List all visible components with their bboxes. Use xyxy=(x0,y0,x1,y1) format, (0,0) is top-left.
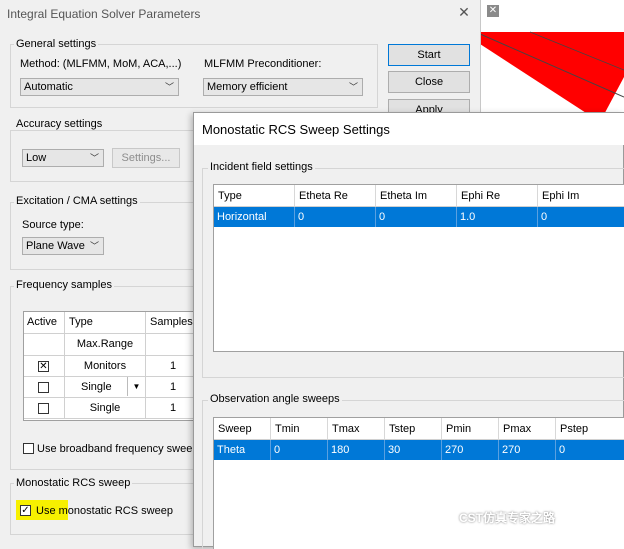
watermark-text: CST仿真专家之路 xyxy=(459,511,556,525)
table-row xyxy=(24,398,65,419)
source-type-select[interactable]: Plane Wave ﹀ xyxy=(22,237,104,255)
subheader-max-range: Max.Range xyxy=(65,334,146,356)
accuracy-value: Low xyxy=(26,152,47,164)
accuracy-select[interactable]: Low ﹀ xyxy=(22,149,104,167)
header-type[interactable]: Type xyxy=(65,312,146,334)
table-cell[interactable]: 0 xyxy=(556,440,624,460)
header-type[interactable]: Type xyxy=(214,185,295,207)
type-value: Single xyxy=(81,381,112,393)
table-cell[interactable]: 270 xyxy=(499,440,556,460)
table-cell[interactable]: 270 xyxy=(442,440,499,460)
active-checkbox[interactable] xyxy=(38,403,49,414)
table-cell[interactable]: 180 xyxy=(328,440,385,460)
start-button[interactable]: Start xyxy=(388,44,470,66)
sub-dialog-title: Monostatic RCS Sweep Settings xyxy=(202,122,390,137)
background-app-titlebar xyxy=(480,0,624,22)
source-type-value: Plane Wave xyxy=(26,240,85,252)
subheader-blank xyxy=(146,334,194,356)
header-pmax[interactable]: Pmax xyxy=(499,418,556,440)
samples-cell[interactable]: 1 xyxy=(146,377,194,398)
header-samples[interactable]: Samples xyxy=(146,312,194,334)
dropdown-arrow-icon[interactable]: ▼ xyxy=(127,377,145,396)
monostatic-checkbox-label: Use monostatic RCS sweep xyxy=(36,505,173,517)
dialog-title: Integral Equation Solver Parameters xyxy=(7,7,201,21)
table-cell[interactable]: 0 xyxy=(295,207,376,227)
chevron-down-icon: ﹀ xyxy=(348,82,358,92)
header-ephi-re[interactable]: Ephi Re xyxy=(457,185,538,207)
type-cell[interactable]: Monitors xyxy=(65,356,146,377)
broadband-label: Use broadband frequency sweep xyxy=(37,443,199,455)
method-label: Method: (MLFMM, MoM, ACA,...) xyxy=(20,58,182,70)
table-cell[interactable]: 30 xyxy=(385,440,442,460)
table-cell[interactable]: 0 xyxy=(538,207,624,227)
observation-angle-table: Sweep Tmin Tmax Tstep Pmin Pmax Pstep Th… xyxy=(213,417,624,549)
source-type-label: Source type: xyxy=(22,219,84,231)
header-ephi-im[interactable]: Ephi Im xyxy=(538,185,624,207)
header-tmin[interactable]: Tmin xyxy=(271,418,328,440)
broadband-checkbox[interactable] xyxy=(23,443,34,454)
accuracy-settings-title: Accuracy settings xyxy=(14,118,105,130)
frequency-samples-title: Frequency samples xyxy=(14,279,114,291)
frequency-table: Active Type Samples Max.Range ✕ Monitors… xyxy=(23,311,195,421)
active-checkbox[interactable]: ✕ xyxy=(38,361,49,372)
preconditioner-label: MLFMM Preconditioner: xyxy=(204,58,322,70)
type-cell[interactable]: Single xyxy=(65,398,146,419)
incident-field-table: Type Etheta Re Etheta Im Ephi Re Ephi Im… xyxy=(213,184,624,352)
header-tstep[interactable]: Tstep xyxy=(385,418,442,440)
preconditioner-select[interactable]: Memory efficient ﹀ xyxy=(203,78,363,96)
table-row xyxy=(24,377,65,398)
chevron-down-icon: ﹀ xyxy=(89,153,99,163)
table-cell[interactable]: 1.0 xyxy=(457,207,538,227)
monostatic-checkbox[interactable]: ✓ xyxy=(20,505,31,516)
excitation-settings-title: Excitation / CMA settings xyxy=(14,195,140,207)
preconditioner-value: Memory efficient xyxy=(207,81,288,93)
header-sweep[interactable]: Sweep xyxy=(214,418,271,440)
table-cell[interactable]: 0 xyxy=(271,440,328,460)
red-3d-model-view xyxy=(480,31,624,122)
samples-cell[interactable]: 1 xyxy=(146,398,194,419)
header-etheta-im[interactable]: Etheta Im xyxy=(376,185,457,207)
header-tmax[interactable]: Tmax xyxy=(328,418,385,440)
table-cell[interactable]: Theta xyxy=(214,440,271,460)
general-settings-title: General settings xyxy=(14,38,99,50)
header-etheta-re[interactable]: Etheta Re xyxy=(295,185,376,207)
incident-field-title: Incident field settings xyxy=(208,161,315,173)
background-close-icon[interactable]: ✕ xyxy=(487,5,499,17)
monostatic-rcs-sweep-dialog: Monostatic RCS Sweep Settings Incident f… xyxy=(193,112,624,549)
header-active[interactable]: Active xyxy=(24,312,65,334)
subheader-blank xyxy=(24,334,65,356)
monostatic-rcs-title: Monostatic RCS sweep xyxy=(14,477,133,489)
method-select[interactable]: Automatic ﹀ xyxy=(20,78,179,96)
accuracy-settings-button[interactable]: Settings... xyxy=(112,148,180,168)
samples-cell[interactable]: 1 xyxy=(146,356,194,377)
table-cell[interactable]: 0 xyxy=(376,207,457,227)
method-value: Automatic xyxy=(24,81,73,93)
header-pmin[interactable]: Pmin xyxy=(442,418,499,440)
observation-angle-title: Observation angle sweeps xyxy=(208,393,342,405)
header-pstep[interactable]: Pstep xyxy=(556,418,624,440)
table-cell[interactable]: Horizontal xyxy=(214,207,295,227)
general-settings-group xyxy=(10,44,378,108)
chevron-down-icon: ﹀ xyxy=(164,82,174,92)
excitation-settings-group xyxy=(10,202,194,270)
close-button[interactable]: Close xyxy=(388,71,470,93)
type-cell[interactable]: Single ▼ xyxy=(65,377,146,398)
apply-button[interactable]: Apply xyxy=(388,99,470,113)
active-checkbox[interactable] xyxy=(38,382,49,393)
table-row: ✕ xyxy=(24,356,65,377)
close-icon[interactable]: ✕ xyxy=(456,4,472,20)
chevron-down-icon: ﹀ xyxy=(89,241,99,251)
